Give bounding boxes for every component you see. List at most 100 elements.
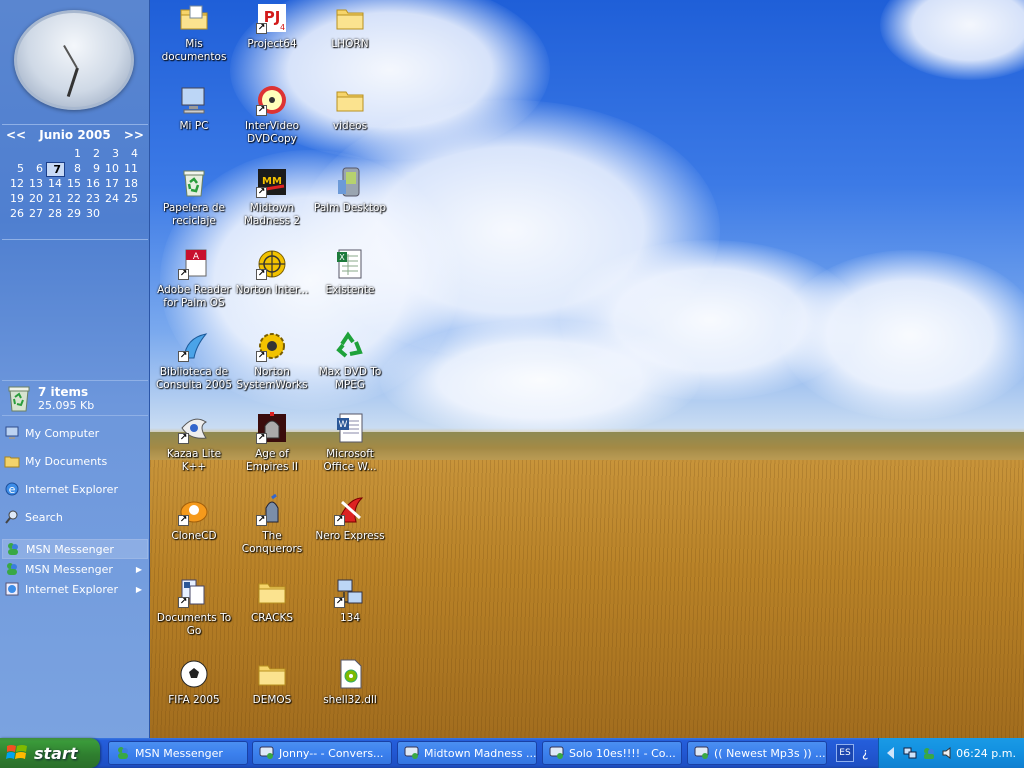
desktop-icon[interactable]: ↗ Biblioteca de Consulta 2005	[154, 330, 234, 402]
desktop-icon-label: Max DVD To MPEG	[318, 366, 382, 391]
desktop-icon[interactable]: LHORN	[310, 2, 390, 74]
desktop-icon[interactable]: Max DVD To MPEG	[310, 330, 390, 402]
desktop-icon[interactable]: Palm Desktop	[310, 166, 390, 238]
folder-icon	[336, 91, 364, 112]
desktop-icon[interactable]: shell32.dll	[310, 658, 390, 730]
network-icon[interactable]	[903, 746, 917, 760]
msn-item-label: Internet Explorer	[25, 582, 118, 596]
calendar-day[interactable]: 8	[65, 162, 84, 177]
desktop-icon[interactable]: W Microsoft Office W...	[310, 412, 390, 484]
calendar-day[interactable]: 26	[8, 207, 27, 222]
desktop-icon[interactable]: CRACKS	[232, 576, 312, 648]
desktop-icon[interactable]: DEMOS	[232, 658, 312, 730]
calendar-day[interactable]: 29	[65, 207, 84, 222]
calendar-day[interactable]: 20	[27, 192, 46, 207]
volume-icon[interactable]	[941, 746, 955, 760]
language-indicator[interactable]: ES	[836, 744, 854, 762]
desktop-icon[interactable]: ↗ Age of Empires II	[232, 412, 312, 484]
calendar-day[interactable]: 1	[65, 147, 84, 162]
calendar-day[interactable]: 9	[84, 162, 103, 177]
calendar-day[interactable]: 23	[84, 192, 103, 207]
desktop-icon-image	[178, 166, 210, 198]
calendar-header: << Junio 2005 >>	[2, 125, 148, 145]
calendar-day[interactable]: 5	[8, 162, 27, 177]
desktop-icon-label: InterVideo DVDCopy	[244, 120, 300, 145]
sidebar-link-internet-explorer[interactable]: e Internet Explorer	[4, 478, 148, 500]
sidebar-link-my-computer[interactable]: My Computer	[4, 422, 148, 444]
calendar-next-button[interactable]: >>	[124, 128, 144, 142]
calendar-day[interactable]: 25	[122, 192, 141, 207]
calendar-day[interactable]: 27	[27, 207, 46, 222]
calendar-day[interactable]: 24	[103, 192, 122, 207]
calendar-day[interactable]: 30	[84, 207, 103, 222]
desktop-icon[interactable]: ↗ Norton Inter...	[232, 248, 312, 320]
computer-icon	[181, 87, 205, 114]
desktop-icon[interactable]: ↗ 134	[310, 576, 390, 648]
calendar-day[interactable]: 11	[122, 162, 141, 177]
desktop-icon[interactable]: ↗ Kazaa Lite K++	[154, 412, 234, 484]
msn-tray-icon[interactable]	[922, 746, 936, 760]
taskbar-button-conversation[interactable]: Jonny-- - Convers...	[252, 741, 392, 765]
calendar-day[interactable]: 13	[27, 177, 46, 192]
recycle-bin-icon	[183, 170, 205, 197]
calendar-day[interactable]: 22	[65, 192, 84, 207]
desktop-icon[interactable]: Mis documentos	[154, 2, 234, 74]
desktop-icon-image	[178, 2, 210, 34]
calendar-day[interactable]: 17	[103, 177, 122, 192]
taskbar-button-midtown-madness[interactable]: Midtown Madness ...	[397, 741, 537, 765]
desktop-icon[interactable]: FIFA 2005	[154, 658, 234, 730]
folder-documents-icon	[180, 5, 208, 30]
calendar-day[interactable]: 3	[103, 147, 122, 162]
desktop-icon[interactable]: ↗ InterVideo DVDCopy	[232, 84, 312, 156]
taskbar-clock[interactable]: 06:24 p.m.	[956, 747, 1016, 760]
desktop-icon[interactable]: ↗ Documents To Go	[154, 576, 234, 648]
desktop-icon[interactable]: A ↗ Adobe Reader for Palm OS	[154, 248, 234, 320]
taskbar-button-solo-10es[interactable]: Solo 10es!!!! - Co...	[542, 741, 682, 765]
calendar-day[interactable]: 19	[8, 192, 27, 207]
calendar-day[interactable]: 14	[46, 177, 65, 192]
calendar-day[interactable]: 4	[122, 147, 141, 162]
desktop-icon-label: 134	[339, 612, 361, 624]
calendar-day[interactable]: 21	[46, 192, 65, 207]
help-icon[interactable]: ¿	[860, 745, 872, 761]
desktop-icon-label: Norton SystemWorks	[236, 366, 308, 391]
calendar-prev-button[interactable]: <<	[6, 128, 26, 142]
desktop-icon[interactable]: PJ 4 ↗ Project64	[232, 2, 312, 74]
desktop-icon-image: ↗	[178, 576, 210, 608]
calendar-day[interactable]: 28	[46, 207, 65, 222]
desktop-icon[interactable]: Mi PC	[154, 84, 234, 156]
shortcut-arrow-icon: ↗	[256, 105, 267, 116]
calendar-day[interactable]: 15	[65, 177, 84, 192]
recycle-status[interactable]: 7 items 25.095 Kb	[2, 380, 148, 416]
calendar-day[interactable]: 6	[27, 162, 46, 177]
calendar-day[interactable]: 16	[84, 177, 103, 192]
calendar-day[interactable]: 18	[122, 177, 141, 192]
calendar-day[interactable]: 12	[8, 177, 27, 192]
shortcut-arrow-icon: ↗	[256, 351, 267, 362]
desktop-icon[interactable]: ↗ The Conquerors	[232, 493, 312, 566]
desktop-icon-image: ↗	[256, 84, 288, 116]
taskbar-button-msn-messenger[interactable]: MSN Messenger	[108, 741, 248, 765]
sidebar-internet-explorer-menu[interactable]: Internet Explorer ▶	[2, 579, 148, 599]
desktop-icon[interactable]: ↗ Norton SystemWorks	[232, 330, 312, 402]
desktop-icon[interactable]: ↗ Nero Express	[310, 494, 390, 566]
calendar-month-label: Junio 2005	[39, 128, 111, 142]
sidebar-link-search[interactable]: Search	[4, 506, 148, 528]
msn-messenger-icon	[7, 563, 17, 575]
desktop-icon[interactable]: videos	[310, 84, 390, 156]
calendar-day[interactable]: 2	[84, 147, 103, 162]
desktop-icon[interactable]: ↗ CloneCD	[154, 494, 234, 566]
desktop-icon-image: X	[334, 248, 366, 280]
cloud	[780, 250, 1024, 420]
sidebar-link-my-documents[interactable]: My Documents	[4, 450, 148, 472]
show-hidden-icons-icon[interactable]	[884, 746, 898, 760]
sidebar-msn-messenger-selected[interactable]: MSN Messenger	[2, 539, 148, 559]
start-button[interactable]: start	[0, 738, 100, 768]
desktop-icon[interactable]: X Existente	[310, 248, 390, 320]
desktop-icon[interactable]: MM ↗ Midtown Madness 2	[232, 166, 312, 238]
taskbar-button-newest-mp3s[interactable]: (( Newest Mp3s )) ...	[687, 741, 827, 765]
calendar-day[interactable]: 10	[103, 162, 122, 177]
desktop-icon[interactable]: Papelera de reciclaje	[154, 166, 234, 238]
calendar-day[interactable]: 7	[46, 162, 65, 177]
sidebar-msn-messenger-menu[interactable]: MSN Messenger ▶	[2, 559, 148, 579]
